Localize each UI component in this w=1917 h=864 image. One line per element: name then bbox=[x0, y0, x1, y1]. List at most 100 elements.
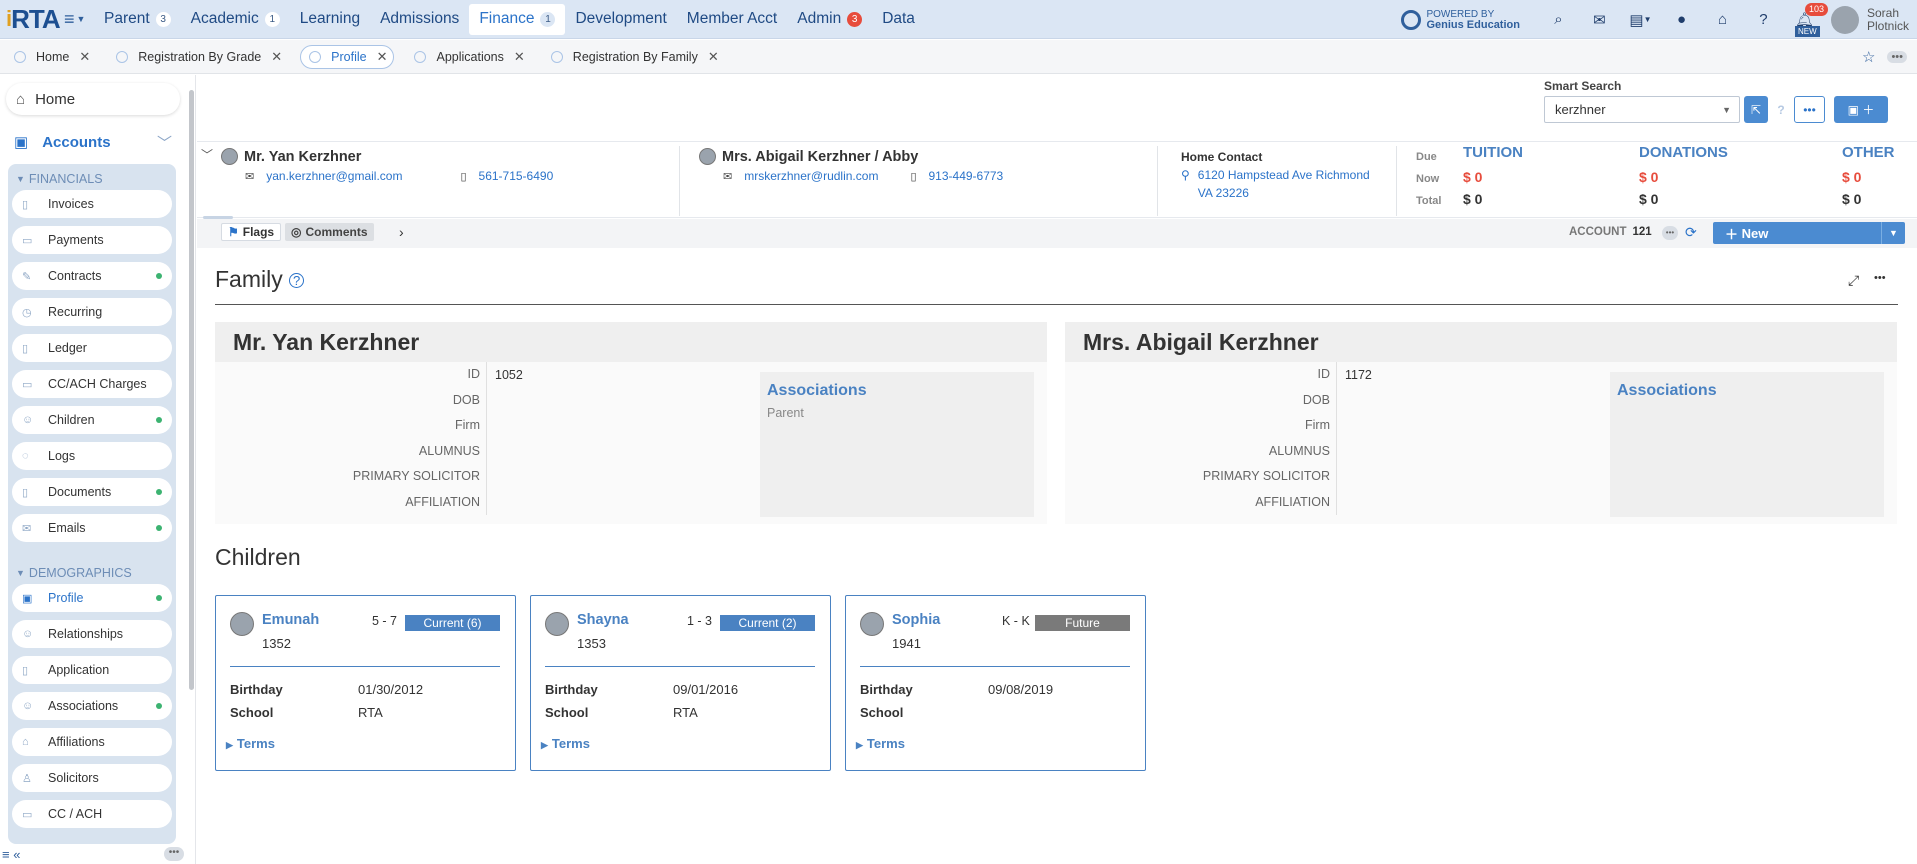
more-icon[interactable]: ••• bbox=[1662, 226, 1678, 240]
help-icon[interactable]: ? bbox=[289, 273, 305, 289]
donations-balance[interactable]: DONATIONS $ 0 $ 0 bbox=[1639, 144, 1728, 210]
chevron-down-icon[interactable]: ▼ bbox=[1722, 105, 1731, 115]
user-menu[interactable]: Sorah Plotnick bbox=[1825, 5, 1917, 34]
sidebar-item-children[interactable]: ☺ Children bbox=[12, 406, 172, 434]
mail-icon: ✉ bbox=[723, 170, 733, 183]
sidebar-item-solicitors[interactable]: ♙ Solicitors bbox=[12, 764, 172, 792]
chevron-right-icon[interactable]: › bbox=[399, 224, 404, 240]
child-card: Emunah 1352 5 - 7 Current (6) Birthday 0… bbox=[215, 595, 516, 771]
parent2-name: Mrs. Abigail Kerzhner / Abby bbox=[722, 148, 919, 165]
star-icon[interactable]: ☆ bbox=[1862, 48, 1875, 66]
nav-member-acct[interactable]: Member Acct bbox=[677, 4, 787, 35]
collapse-chevron-icon[interactable]: ﹀ bbox=[201, 146, 213, 163]
help-icon[interactable]: ? bbox=[1773, 96, 1789, 123]
associations-title[interactable]: Associations bbox=[1617, 382, 1877, 400]
child-name[interactable]: Sophia bbox=[892, 612, 940, 628]
more-icon[interactable]: ••• bbox=[1887, 51, 1907, 63]
avatar bbox=[860, 612, 884, 636]
chevron-down-icon[interactable]: ▼ bbox=[1881, 222, 1905, 244]
alumnus-label: ALUMNUS bbox=[215, 438, 487, 464]
close-icon[interactable]: ✕ bbox=[708, 49, 719, 65]
expand-icon[interactable]: ⤢ bbox=[1848, 272, 1859, 289]
tab-home[interactable]: Home ✕ bbox=[6, 45, 96, 69]
more-icon[interactable]: ••• bbox=[1874, 272, 1886, 284]
sidebar-item-associations[interactable]: ☺ Associations bbox=[12, 692, 172, 720]
sidebar-item-documents[interactable]: ▯ Documents bbox=[12, 478, 172, 506]
nav-development[interactable]: Development bbox=[565, 4, 676, 35]
sidebar-item-logs[interactable]: ◌ Logs bbox=[12, 442, 172, 470]
sidebar-home[interactable]: ⌂ Home bbox=[6, 83, 180, 115]
sidebar-item-cc-ach[interactable]: ▭ CC / ACH bbox=[12, 800, 172, 828]
sidebar-item-payments[interactable]: ▭ Payments bbox=[12, 226, 172, 254]
close-icon[interactable]: ✕ bbox=[377, 49, 388, 65]
nav-learning[interactable]: Learning bbox=[290, 4, 370, 35]
parent1-email[interactable]: yan.kerzhner@gmail.com bbox=[266, 169, 402, 183]
nav-data[interactable]: Data bbox=[872, 4, 925, 35]
sidebar-item-invoices[interactable]: ▯ Invoices bbox=[12, 190, 172, 218]
more-icon[interactable]: ••• bbox=[164, 847, 184, 861]
smart-search-input[interactable]: kerzhner ▼ bbox=[1544, 96, 1740, 123]
nav-academic[interactable]: Academic 1 bbox=[181, 4, 290, 35]
mail-icon[interactable]: ✉ bbox=[1579, 0, 1620, 39]
parent1-phone[interactable]: 561-715-6490 bbox=[479, 169, 554, 183]
demographics-title[interactable]: ▼ DEMOGRAPHICS bbox=[12, 562, 172, 584]
chat-icon[interactable]: ● bbox=[1661, 0, 1702, 39]
school-icon[interactable]: ⌂ bbox=[1702, 0, 1743, 39]
sidebar-item-cc-ach-charges[interactable]: ▭ CC/ACH Charges bbox=[12, 370, 172, 398]
collapse-sidebar-icon[interactable]: ≡ « bbox=[2, 847, 20, 862]
open-external-button[interactable]: ⇱ bbox=[1744, 96, 1768, 123]
app-logo[interactable]: i RTA bbox=[0, 0, 64, 39]
more-options-button[interactable]: ••• bbox=[1794, 96, 1825, 123]
parent2-phone[interactable]: 913-449-6773 bbox=[929, 169, 1004, 183]
terms-toggle[interactable]: ▶ Terms bbox=[226, 736, 275, 751]
sidebar-item-profile[interactable]: ▣ Profile bbox=[12, 584, 172, 612]
notifications-icon[interactable]: 🔔︎ 103 NEW bbox=[1784, 0, 1828, 39]
close-icon[interactable]: ✕ bbox=[79, 49, 90, 65]
nav-admissions[interactable]: Admissions bbox=[370, 4, 469, 35]
close-icon[interactable]: ✕ bbox=[514, 49, 525, 65]
tab-profile[interactable]: Profile ✕ bbox=[300, 44, 395, 69]
terms-toggle[interactable]: ▶ Terms bbox=[856, 736, 905, 751]
child-name[interactable]: Emunah bbox=[262, 612, 319, 628]
parent2-email[interactable]: mrskerzhner@rudlin.com bbox=[744, 169, 878, 183]
child-name[interactable]: Shayna bbox=[577, 612, 629, 628]
comments-button[interactable]: ◎ Comments bbox=[285, 223, 374, 241]
nav-finance[interactable]: Finance 1 bbox=[469, 3, 566, 35]
resize-handle[interactable] bbox=[203, 216, 233, 219]
sync-icon[interactable]: ⟳ bbox=[1685, 224, 1697, 241]
logs-icon: ◌ bbox=[22, 450, 29, 462]
billing-icon[interactable]: ▤ ▼ bbox=[1620, 0, 1661, 39]
sidebar-scrollbar[interactable] bbox=[189, 90, 194, 690]
associations-title[interactable]: Associations bbox=[767, 382, 1027, 400]
flags-button[interactable]: ⚑ Flags bbox=[221, 223, 282, 241]
tuition-balance[interactable]: TUITION $ 0 $ 0 bbox=[1463, 144, 1523, 210]
sidebar-item-ledger[interactable]: ▯ Ledger bbox=[12, 334, 172, 362]
sidebar-item-affiliations[interactable]: ⌂ Affiliations bbox=[12, 728, 172, 756]
nav-admin[interactable]: Admin 3 bbox=[787, 4, 872, 35]
sidebar-accounts[interactable]: ▣ Accounts ﹀ bbox=[6, 127, 180, 157]
new-button[interactable]: ＋ New ▼ bbox=[1713, 222, 1905, 244]
invoice-icon: ▯ bbox=[22, 198, 29, 211]
status-dot bbox=[156, 525, 162, 531]
help-icon[interactable]: ? bbox=[1743, 0, 1784, 39]
other-balance[interactable]: OTHER $ 0 $ 0 bbox=[1842, 144, 1895, 210]
sidebar-item-application[interactable]: ▯ Application bbox=[12, 656, 172, 684]
menu-icon[interactable]: ≡ ▼ bbox=[64, 9, 94, 30]
search-icon[interactable]: ⌕ bbox=[1538, 0, 1579, 39]
dob-label: DOB bbox=[1065, 387, 1337, 413]
sidebar-item-contracts[interactable]: ✎ Contracts bbox=[12, 262, 172, 290]
close-icon[interactable]: ✕ bbox=[271, 49, 282, 65]
solicitors-icon: ♙ bbox=[22, 772, 32, 785]
financials-title[interactable]: ▼ FINANCIALS bbox=[12, 168, 172, 190]
sidebar-item-emails[interactable]: ✉ Emails bbox=[12, 514, 172, 542]
terms-toggle[interactable]: ▶ Terms bbox=[541, 736, 590, 751]
avatar bbox=[230, 612, 254, 636]
add-contact-button[interactable]: ▣ ＋ bbox=[1834, 96, 1888, 123]
sidebar-item-relationships[interactable]: ☺ Relationships bbox=[12, 620, 172, 648]
tab-registration-by-family[interactable]: Registration By Family ✕ bbox=[543, 45, 725, 69]
tab-registration-by-grade[interactable]: Registration By Grade ✕ bbox=[108, 45, 288, 69]
sidebar-item-recurring[interactable]: ◷ Recurring bbox=[12, 298, 172, 326]
tab-applications[interactable]: Applications ✕ bbox=[406, 45, 530, 69]
nav-parent[interactable]: Parent 3 bbox=[94, 4, 181, 35]
home-address[interactable]: 6120 Hampstead Ave Richmond VA 23226 bbox=[1198, 166, 1370, 202]
